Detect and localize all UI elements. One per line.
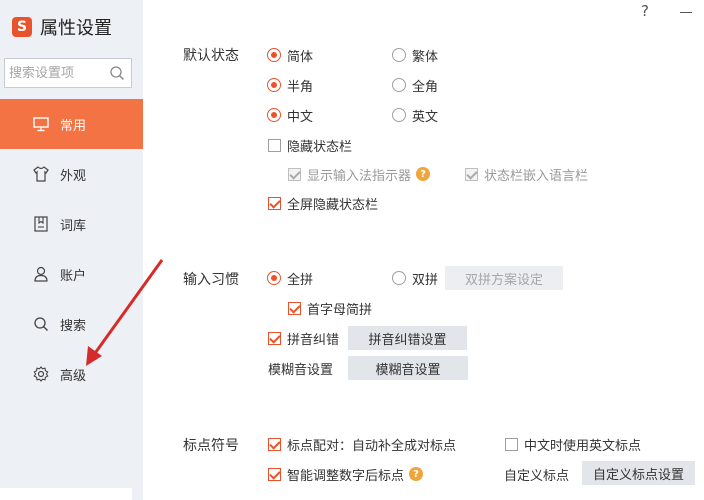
- fuzzy-settings-button[interactable]: 模糊音设置: [348, 356, 468, 380]
- checkbox[interactable]: [465, 167, 478, 181]
- checkbox[interactable]: [505, 437, 518, 451]
- radio-full-width[interactable]: 全角: [392, 75, 438, 95]
- checkbox[interactable]: [268, 467, 281, 481]
- checkbox[interactable]: [288, 167, 301, 181]
- custom-punct-label: 自定义标点: [504, 469, 570, 484]
- radio-button[interactable]: [267, 48, 281, 62]
- radio-label: 半角: [287, 79, 314, 95]
- radio-english[interactable]: 英文: [392, 105, 438, 125]
- checkbox-hide-status-bar[interactable]: 隐藏状态栏: [268, 135, 352, 155]
- checkbox-smart-adjust[interactable]: 智能调整数字后标点 ?: [268, 464, 424, 484]
- checkbox[interactable]: [268, 138, 281, 152]
- radio-shuangpin[interactable]: 双拼: [392, 268, 438, 288]
- sidebar-item-lexicon[interactable]: 词库: [0, 199, 143, 249]
- app-title: 属性设置: [40, 18, 112, 39]
- checkbox-label: 隐藏状态栏: [287, 139, 353, 155]
- radio-button[interactable]: [267, 78, 281, 92]
- sidebar-item-general[interactable]: 常用: [0, 99, 143, 149]
- radio-button[interactable]: [392, 48, 406, 62]
- radio-half-width[interactable]: 半角: [267, 75, 313, 95]
- radio-button[interactable]: [392, 271, 406, 285]
- checkbox-embed-language-bar[interactable]: 状态栏嵌入语言栏: [465, 164, 588, 184]
- radio-label: 繁体: [412, 49, 439, 65]
- checkbox-english-punct[interactable]: 中文时使用英文标点: [505, 434, 641, 454]
- help-icon[interactable]: ?: [416, 167, 431, 181]
- fuzzy-label: 模糊音设置: [268, 363, 334, 378]
- search-icon[interactable]: [109, 65, 125, 81]
- help-icon[interactable]: ?: [409, 467, 424, 481]
- radio-simplified[interactable]: 简体: [267, 45, 313, 65]
- search-box[interactable]: [4, 58, 132, 88]
- help-button[interactable]: ?: [641, 2, 649, 20]
- radio-label: 中文: [287, 109, 314, 125]
- radio-label: 简体: [287, 49, 314, 65]
- radio-label: 全角: [412, 79, 439, 95]
- gear-icon: [32, 365, 50, 383]
- checkbox-label: 全屏隐藏状态栏: [287, 197, 379, 213]
- sidebar-item-label: 账户: [60, 268, 87, 284]
- divider: [160, 408, 704, 409]
- minimize-button[interactable]: [676, 0, 696, 20]
- divider: [160, 242, 704, 243]
- checkbox-label: 拼音纠错: [287, 332, 340, 348]
- correction-settings-button[interactable]: 拼音纠错设置: [348, 326, 467, 350]
- radio-button[interactable]: [392, 78, 406, 92]
- checkbox[interactable]: [268, 437, 281, 451]
- shuangpin-scheme-button[interactable]: 双拼方案设定: [445, 266, 563, 290]
- sogou-logo-icon: S: [12, 17, 32, 37]
- sidebar-item-label: 搜索: [60, 318, 87, 334]
- sidebar-item-label: 常用: [60, 118, 87, 134]
- checkbox-initial-jianpin[interactable]: 首字母简拼: [288, 298, 372, 318]
- radio-label: 双拼: [412, 272, 439, 288]
- radio-label: 全拼: [287, 272, 314, 288]
- section-title-input-habit: 输入习惯: [183, 272, 239, 288]
- sidebar: S 属性设置 常用 外观 词库: [0, 0, 143, 500]
- checkbox[interactable]: [268, 331, 281, 345]
- checkbox-correction[interactable]: 拼音纠错: [268, 328, 339, 348]
- search-icon: [32, 315, 50, 333]
- radio-quanpin[interactable]: 全拼: [267, 268, 313, 288]
- checkbox-label: 状态栏嵌入语言栏: [484, 168, 589, 184]
- section-title-punctuation: 标点符号: [183, 438, 239, 454]
- sidebar-item-label: 词库: [60, 218, 87, 234]
- monitor-icon: [32, 115, 50, 133]
- checkbox-show-indicator[interactable]: 显示输入法指示器 ?: [288, 164, 431, 184]
- radio-button[interactable]: [267, 271, 281, 285]
- custom-punct-button[interactable]: 自定义标点设置: [582, 461, 695, 485]
- sidebar-item-label: 高级: [60, 368, 87, 384]
- checkbox-label: 中文时使用英文标点: [524, 438, 642, 454]
- checkbox[interactable]: [288, 301, 301, 315]
- radio-traditional[interactable]: 繁体: [392, 45, 438, 65]
- sidebar-nav: 常用 外观 词库 账户 搜索 高级: [0, 99, 143, 399]
- radio-chinese[interactable]: 中文: [267, 105, 313, 125]
- radio-button[interactable]: [267, 108, 281, 122]
- checkbox[interactable]: [268, 196, 281, 210]
- checkbox-fullscreen-hide[interactable]: 全屏隐藏状态栏: [268, 193, 378, 213]
- radio-label: 英文: [412, 109, 439, 125]
- user-icon: [32, 265, 50, 283]
- book-icon: [32, 215, 50, 233]
- checkbox-punct-pairing[interactable]: 标点配对：自动补全成对标点: [268, 434, 456, 454]
- app-header: S 属性设置: [12, 15, 112, 39]
- radio-button[interactable]: [392, 108, 406, 122]
- search-input[interactable]: [9, 65, 105, 81]
- sidebar-item-search[interactable]: 搜索: [0, 299, 143, 349]
- shirt-icon: [32, 165, 50, 183]
- checkbox-label: 显示输入法指示器: [307, 168, 412, 184]
- sidebar-footer: [0, 488, 132, 500]
- sidebar-item-appearance[interactable]: 外观: [0, 149, 143, 199]
- section-title-default-state: 默认状态: [183, 48, 239, 64]
- checkbox-label: 智能调整数字后标点: [287, 468, 405, 484]
- sidebar-item-advanced[interactable]: 高级: [0, 349, 143, 399]
- checkbox-label: 标点配对：自动补全成对标点: [287, 438, 457, 454]
- sidebar-item-label: 外观: [60, 168, 87, 184]
- checkbox-label: 首字母简拼: [307, 302, 373, 318]
- sidebar-item-account[interactable]: 账户: [0, 249, 143, 299]
